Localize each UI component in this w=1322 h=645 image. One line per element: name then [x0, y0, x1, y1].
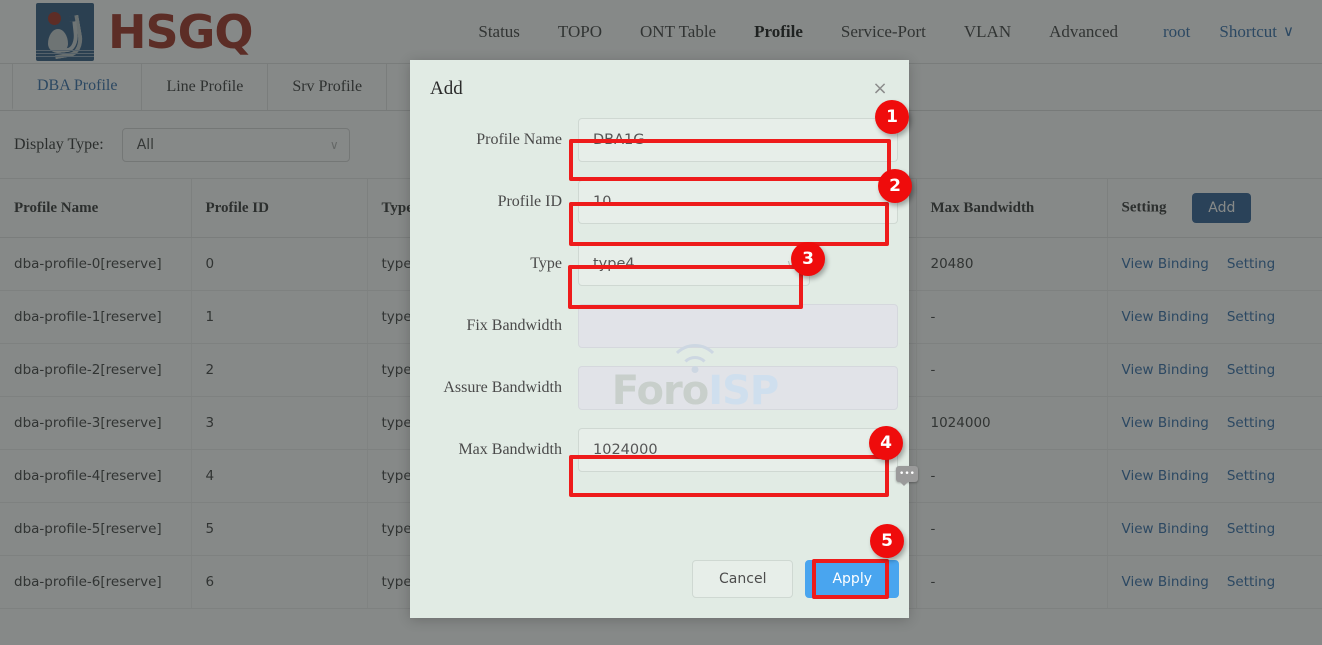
dialog-header: Add ×	[410, 60, 909, 118]
screenshot-root: HSGQ Status TOPO ONT Table Profile Servi…	[0, 0, 1322, 645]
max-bandwidth-label: Max Bandwidth	[458, 441, 562, 458]
highlight-profile-id	[569, 202, 889, 246]
close-icon[interactable]: ×	[871, 80, 889, 98]
annotation-badge-2: 2	[878, 169, 912, 203]
fix-bandwidth-label: Fix Bandwidth	[466, 317, 562, 334]
fix-bandwidth-input[interactable]	[578, 304, 898, 348]
assure-bandwidth-input[interactable]	[578, 366, 898, 410]
highlight-max-bandwidth	[569, 455, 889, 497]
annotation-badge-1: 1	[875, 100, 909, 134]
annotation-badge-5: 5	[870, 524, 904, 558]
field-row-assure-bandwidth: Assure Bandwidth	[420, 366, 899, 410]
cancel-button[interactable]: Cancel	[692, 560, 794, 598]
annotation-badge-3: 3	[791, 242, 825, 276]
highlight-profile-name	[569, 139, 891, 181]
field-row-fix-bandwidth: Fix Bandwidth	[420, 304, 899, 348]
highlight-apply	[812, 559, 889, 599]
assure-bandwidth-label: Assure Bandwidth	[443, 379, 562, 396]
profile-id-label: Profile ID	[497, 193, 562, 210]
type-label: Type	[530, 255, 562, 272]
dialog-title: Add	[430, 78, 463, 99]
cursor-marker: •••	[896, 466, 918, 486]
highlight-type	[568, 265, 803, 309]
profile-name-label: Profile Name	[476, 131, 562, 148]
annotation-badge-4: 4	[869, 426, 903, 460]
